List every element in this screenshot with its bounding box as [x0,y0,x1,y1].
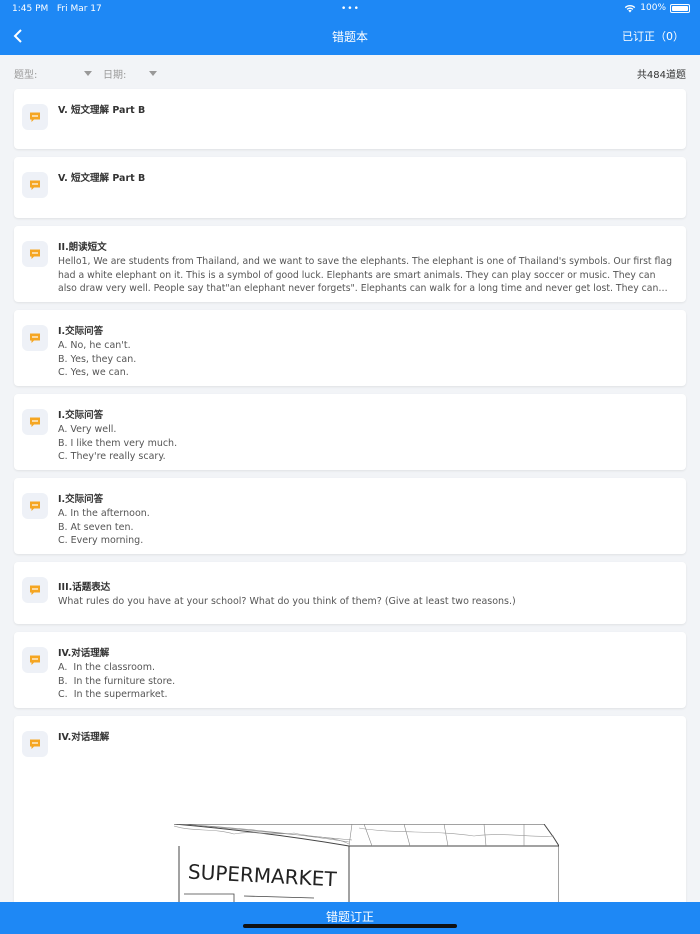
question-card[interactable]: I.交际问答 A. Very well. B. I like them very… [14,394,686,470]
chat-bubble-icon [30,655,40,665]
question-options: A. In the classroom. B. In the furniture… [58,661,676,702]
question-card[interactable]: V. 短文理解 Part B [14,89,686,149]
chat-bubble-icon [30,333,40,343]
question-icon-box [22,731,48,757]
option-a: A. Very well. [58,424,117,435]
question-card[interactable]: III.话题表达 What rules do you have at your … [14,562,686,624]
question-icon-box [22,577,48,603]
prompt-text: What rules do you have at your school? W… [58,596,516,607]
chat-bubble-icon [30,112,40,122]
question-card[interactable]: IV.对话理解 SUPERMARKET [14,716,686,916]
question-icon-box [22,493,48,519]
question-card[interactable]: I.交际问答 A. In the afternoon. B. At seven … [14,478,686,554]
option-c: C. Yes, we can. [58,367,129,379]
question-icon-box [22,325,48,351]
question-title: I.交际问答 [58,410,104,421]
chat-bubble-icon [30,585,40,595]
option-b: B. In the furniture store. [58,675,176,687]
question-title: V. 短文理解 Part B [58,105,146,116]
option-a: A. In the afternoon. [58,508,150,519]
page-title: 错题本 [331,30,368,44]
chat-bubble-icon [30,739,40,749]
option-a: A. In the classroom. [58,662,156,673]
question-title: IV.对话理解 [58,648,110,659]
option-b: B. At seven ten. [58,521,134,533]
chat-bubble-icon [30,180,40,190]
question-prompt: What rules do you have at your school? W… [58,595,676,609]
filter-bar: 题型: 日期: 共484道题 [0,55,700,89]
wifi-icon [625,4,636,12]
chat-bubble-icon [30,249,40,259]
sketch-sign-text: SUPERMARKET [187,860,338,892]
question-card[interactable]: V. 短文理解 Part B [14,157,686,218]
question-title: II.朗读短文 [58,242,107,253]
question-icon-box [22,409,48,435]
status-right: 100% [624,3,690,13]
question-card[interactable]: IV.对话理解 A. In the classroom. B. In the f… [14,632,686,708]
question-paragraph: Hello1, We are students from Thailand, a… [58,256,672,295]
date-label: 日期: [103,70,127,81]
question-title: IV.对话理解 [58,732,110,743]
question-title: I.交际问答 [58,494,104,505]
question-title: I.交际问答 [58,326,104,337]
question-title: III.话题表达 [58,582,111,593]
question-card[interactable]: I.交际问答 A. No, he can't. B. Yes, they can… [14,310,686,386]
question-title: V. 短文理解 Part B [58,173,146,184]
status-time: 1:45 PM Fri Mar 17 [12,4,102,14]
question-icon-box [22,241,48,267]
battery-icon [670,3,690,13]
corrected-count-button[interactable]: 已订正（0） [622,28,684,44]
question-options: A. Very well. B. I like them very much. … [58,423,676,464]
caret-down-icon [84,71,92,76]
option-b: B. Yes, they can. [58,353,137,365]
multitask-dots-icon[interactable]: ••• [341,4,360,14]
option-c: C. They're really scary. [58,451,166,463]
option-a: A. No, he can't. [58,340,131,351]
home-indicator[interactable] [243,924,457,928]
question-options: A. In the afternoon. B. At seven ten. C.… [58,507,676,548]
status-bar: 1:45 PM Fri Mar 17 ••• 100% [0,0,700,18]
chat-bubble-icon [30,417,40,427]
question-icon-box [22,104,48,130]
header-bar: 1:45 PM Fri Mar 17 ••• 100% 错题本 已订正（0） [0,0,700,55]
chat-bubble-icon [30,501,40,511]
question-type-filter[interactable]: 题型: [14,66,92,81]
question-card[interactable]: II.朗读短文 Hello1, We are students from Tha… [14,226,686,302]
date-filter[interactable]: 日期: [103,66,157,81]
question-icon-box [22,647,48,673]
supermarket-sketch-image: SUPERMARKET [174,824,559,904]
option-c: C. Every morning. [58,535,144,547]
option-b: B. I like them very much. [58,437,178,449]
option-c: C. In the supermarket. [58,689,168,701]
battery-percent: 100% [640,3,666,13]
question-type-label: 题型: [14,70,38,81]
question-options: A. No, he can't. B. Yes, they can. C. Ye… [58,339,676,380]
caret-down-icon [149,71,157,76]
correct-mistakes-button[interactable]: 错题订正 [0,902,700,934]
question-icon-box [22,172,48,198]
total-count: 共484道题 [636,70,686,81]
